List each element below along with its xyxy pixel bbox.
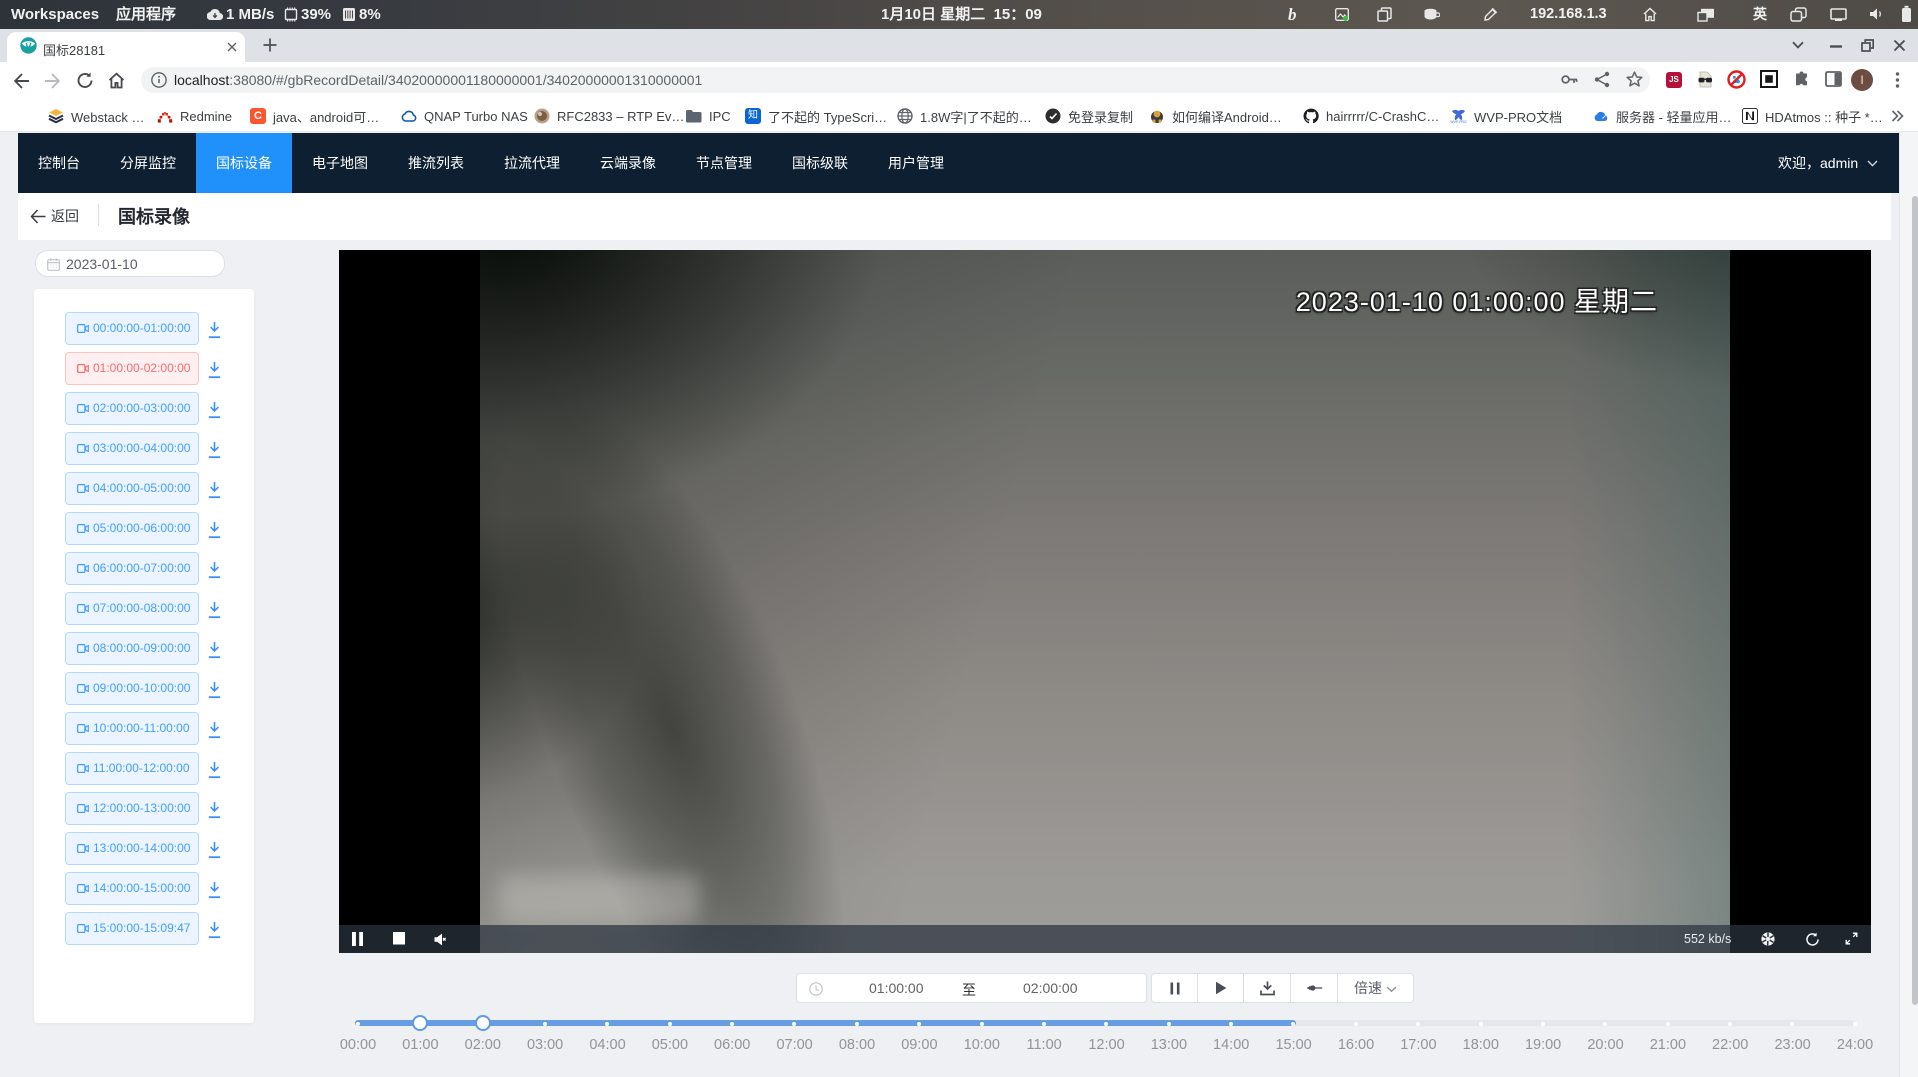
svg-text:WVP-PRO: WVP-PRO bbox=[1450, 120, 1467, 124]
